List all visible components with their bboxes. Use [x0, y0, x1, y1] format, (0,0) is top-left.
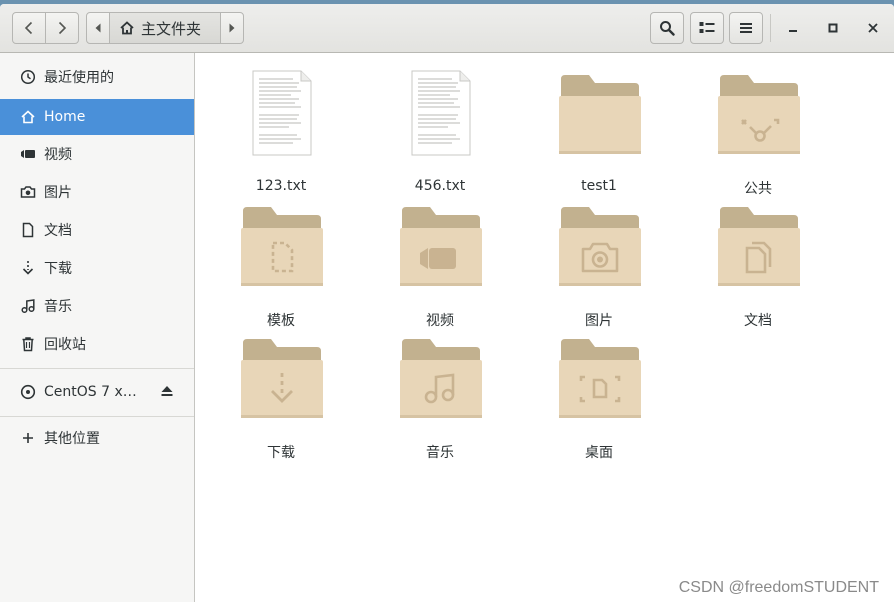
templates-folder-icon: [241, 207, 323, 286]
places-sidebar: 最近使用的 Home 视频 图片 文档 下载 音乐 回收站 CentOS 7 x…: [0, 53, 195, 602]
path-scroll-left-button[interactable]: [86, 12, 110, 44]
close-icon: [868, 23, 878, 33]
maximize-icon: [828, 23, 838, 33]
sidebar-item-label: 音乐: [44, 299, 72, 315]
breadcrumb-label: 主文件夹: [141, 19, 202, 38]
sidebar-item-label: CentOS 7 x…: [44, 384, 137, 400]
forward-button[interactable]: [45, 12, 79, 44]
text-file-icon: [411, 70, 471, 156]
documents-folder-icon: [718, 207, 800, 286]
folder-name: 下载: [267, 445, 295, 461]
chevron-right-icon: [58, 21, 67, 35]
clock-icon: [20, 69, 36, 85]
watermark-text: CSDN @freedomSTUDENT: [678, 579, 879, 596]
folder-name: test1: [581, 178, 617, 194]
folder-item[interactable]: 视频: [370, 201, 510, 329]
navigation-buttons: [12, 12, 79, 44]
file-name: 456.txt: [414, 178, 466, 194]
folder-name: 音乐: [426, 445, 454, 461]
sidebar-item-documents[interactable]: 文档: [0, 212, 194, 248]
folder-item[interactable]: 图片: [529, 201, 669, 329]
plus-icon: [20, 430, 36, 446]
hamburger-menu-icon: [740, 23, 752, 33]
triangle-right-icon: [229, 23, 235, 33]
sidebar-separator: [0, 416, 194, 417]
folder-item[interactable]: 桌面: [529, 333, 669, 461]
text-file-icon: [252, 70, 312, 156]
chevron-left-icon: [24, 21, 33, 35]
path-scroll-right-button[interactable]: [220, 12, 244, 44]
sidebar-item-label: 视频: [44, 147, 72, 163]
folder-name: 桌面: [585, 445, 613, 461]
folder-item[interactable]: 公共: [688, 69, 828, 197]
downloads-folder-icon: [241, 339, 323, 418]
file-name: 123.txt: [255, 178, 307, 194]
folder-item[interactable]: 模板: [211, 201, 351, 329]
sidebar-item-label: 下载: [44, 261, 72, 277]
sidebar-item-label: 文档: [44, 223, 72, 239]
download-icon: [20, 260, 36, 276]
sidebar-item-recent[interactable]: 最近使用的: [0, 59, 194, 95]
music-folder-icon: [400, 339, 482, 418]
menu-button[interactable]: [729, 12, 763, 44]
sidebar-item-label: 图片: [44, 185, 72, 201]
public-folder-icon: [718, 75, 800, 154]
folder-icon: [559, 75, 641, 154]
file-item[interactable]: 456.txt: [370, 69, 510, 195]
view-mode-button[interactable]: [690, 12, 724, 44]
header-bar: 主文件夹: [0, 4, 894, 53]
optical-disc-icon: [20, 384, 36, 400]
trash-icon: [20, 336, 36, 352]
camera-icon: [20, 184, 36, 200]
sidebar-item-other-locations[interactable]: 其他位置: [0, 420, 194, 456]
folder-name: 公共: [744, 181, 772, 197]
list-view-icon: [699, 22, 715, 33]
sidebar-item-label: 回收站: [44, 337, 86, 353]
triangle-left-icon: [95, 23, 101, 33]
sidebar-item-videos[interactable]: 视频: [0, 136, 194, 172]
sidebar-item-pictures[interactable]: 图片: [0, 174, 194, 210]
home-icon: [120, 21, 134, 35]
folder-name: 模板: [267, 313, 295, 329]
sidebar-item-label: Home: [44, 109, 86, 125]
folder-item[interactable]: 文档: [688, 201, 828, 329]
search-icon: [660, 21, 675, 36]
home-icon: [20, 109, 36, 125]
document-icon: [20, 222, 36, 238]
videos-folder-icon: [400, 207, 482, 286]
pictures-folder-icon: [559, 207, 641, 286]
eject-icon[interactable]: [160, 384, 174, 402]
breadcrumb-home[interactable]: 主文件夹: [109, 12, 221, 44]
sidebar-item-home[interactable]: Home: [0, 99, 194, 135]
minimize-button[interactable]: [783, 18, 803, 38]
header-separator: [770, 14, 771, 42]
folder-name: 图片: [585, 313, 613, 329]
folder-item[interactable]: test1: [529, 69, 669, 195]
folder-item[interactable]: 下载: [211, 333, 351, 461]
file-item[interactable]: 123.txt: [211, 69, 351, 195]
sidebar-item-trash[interactable]: 回收站: [0, 326, 194, 362]
search-button[interactable]: [650, 12, 684, 44]
sidebar-item-music[interactable]: 音乐: [0, 288, 194, 324]
path-bar: 主文件夹: [86, 12, 244, 44]
sidebar-item-label: 最近使用的: [44, 70, 114, 86]
folder-item[interactable]: 音乐: [370, 333, 510, 461]
folder-name: 文档: [744, 313, 772, 329]
sidebar-item-device[interactable]: CentOS 7 x…: [0, 374, 194, 410]
sidebar-item-downloads[interactable]: 下载: [0, 250, 194, 286]
maximize-button[interactable]: [823, 18, 843, 38]
music-note-icon: [20, 298, 36, 314]
file-view: 123.txt 456.txt test1 公共 模板 视频 图片 文档 下载 …: [195, 53, 894, 602]
desktop-folder-icon: [559, 339, 641, 418]
close-button[interactable]: [863, 18, 883, 38]
sidebar-separator: [0, 368, 194, 369]
folder-name: 视频: [426, 313, 454, 329]
back-button[interactable]: [12, 12, 46, 44]
video-camera-icon: [20, 146, 36, 162]
sidebar-item-label: 其他位置: [44, 431, 100, 447]
minimize-icon: [789, 30, 797, 32]
file-manager-window: 主文件夹 最近使用的 Home 视频 图片 文档 下载 音乐 回收站 CentO…: [0, 4, 894, 602]
